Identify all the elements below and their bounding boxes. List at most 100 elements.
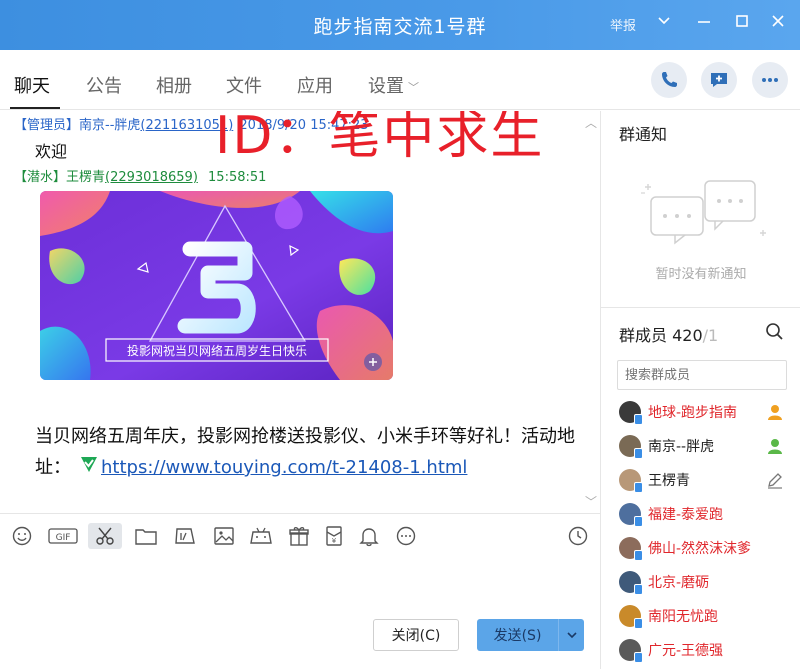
report-button[interactable]: 举报 <box>610 15 636 34</box>
member-item[interactable]: 北京-磨砺 <box>619 569 795 595</box>
avatar <box>619 639 643 663</box>
minimize-button[interactable] <box>692 12 716 36</box>
tab-album[interactable]: 相册 <box>156 72 192 98</box>
members-count: 420 <box>672 326 703 345</box>
folder-icon[interactable] <box>133 523 159 549</box>
message-sender-2: 【潜水】王楞青(2293018659) 15:58:51 <box>14 166 266 185</box>
image-icon[interactable] <box>211 523 237 549</box>
input-toolbar: GIF ¥ <box>0 513 600 557</box>
search-icon[interactable] <box>765 322 785 346</box>
mobile-status-icon <box>634 516 643 527</box>
window-title: 跑步指南交流1号群 <box>313 16 487 38</box>
dropdown-chevron-icon[interactable] <box>652 12 676 36</box>
members-label: 群成员 <box>619 326 668 345</box>
avatar <box>619 605 643 629</box>
avatar <box>619 469 643 493</box>
banner-image[interactable]: 投影网祝当贝网络五周岁生日快乐 <box>40 191 393 380</box>
sender-name[interactable]: 南京--胖虎 <box>79 118 140 133</box>
member-name: 王楞青 <box>648 473 690 489</box>
member-search-input[interactable] <box>617 360 787 390</box>
phone-icon[interactable] <box>651 62 687 98</box>
tab-apps[interactable]: 应用 <box>297 72 333 98</box>
mobile-status-icon <box>634 448 643 459</box>
chat-messages[interactable]: 【管理员】南京--胖虎(2211631051) 2018/9/20 15:47:… <box>0 111 600 511</box>
member-item[interactable]: 王楞青 <box>619 467 795 493</box>
mobile-status-icon <box>634 550 643 561</box>
watermark-text: ID：笔中求生 <box>215 111 545 166</box>
mobile-status-icon <box>634 652 643 663</box>
member-name: 北京-磨砺 <box>648 575 710 591</box>
member-name: 南阳无忧跑 <box>648 609 718 625</box>
history-clock-icon[interactable] <box>565 523 591 549</box>
gift-icon[interactable] <box>286 523 312 549</box>
avatar <box>619 435 643 459</box>
mobile-status-icon <box>634 584 643 595</box>
sender-qq[interactable]: (2293018659) <box>105 170 198 185</box>
maximize-button[interactable] <box>730 12 754 36</box>
mobile-status-icon <box>634 414 643 425</box>
more-circle-icon[interactable] <box>393 523 419 549</box>
member-item[interactable]: 地球-跑步指南 <box>619 399 795 425</box>
members-title: 群成员 420/1 <box>619 322 718 346</box>
member-name: 佛山-然然沫沫爹 <box>648 541 752 557</box>
send-button[interactable]: 发送(S) <box>477 619 584 651</box>
emoji-icon[interactable] <box>9 523 35 549</box>
member-item[interactable]: 南京--胖虎 <box>619 433 795 459</box>
avatar <box>619 503 643 527</box>
owner-icon <box>765 402 785 426</box>
admin-tag: 【管理员】 <box>14 118 80 133</box>
image-edit-icon[interactable] <box>172 523 198 549</box>
gif-icon[interactable]: GIF <box>48 523 78 549</box>
notice-title: 群通知 <box>619 125 668 144</box>
announcement-post: 当贝网络五周年庆，投影网抢楼送投影仪、小米手环等好礼！活动地址： https://… <box>35 421 595 484</box>
group-sidebar: 群通知 暂时没有新通知 群成员 420/1 地球-跑步指南南京--胖虎王楞青福建… <box>600 111 800 669</box>
empty-notice-illustration-icon <box>635 163 775 257</box>
bell-icon[interactable] <box>356 523 382 549</box>
add-chat-icon[interactable] <box>701 62 737 98</box>
tab-files[interactable]: 文件 <box>226 72 262 98</box>
member-name: 广元-王德强 <box>648 643 724 659</box>
svg-text:GIF: GIF <box>56 533 71 543</box>
send-options-chevron-icon[interactable] <box>558 619 584 651</box>
activity-link[interactable]: https://www.touying.com/t-21408-1.html <box>101 457 467 478</box>
tab-settings-label: 设置 <box>368 76 404 97</box>
active-tab-indicator <box>10 107 60 109</box>
members-total: /1 <box>702 326 719 345</box>
notice-empty-text: 暂时没有新通知 <box>655 267 747 282</box>
member-name: 福建-泰爱跑 <box>648 507 724 523</box>
gamepad-icon[interactable] <box>248 523 274 549</box>
member-item[interactable]: 佛山-然然沫沫爹 <box>619 535 795 561</box>
member-item[interactable]: 广元-王德强 <box>619 637 795 663</box>
chevron-down-icon: ﹀ <box>408 81 419 94</box>
member-item[interactable]: 福建-泰爱跑 <box>619 501 795 527</box>
panel-divider <box>601 307 800 308</box>
avatar <box>619 571 643 595</box>
close-window-button[interactable] <box>766 12 790 36</box>
avatar <box>619 537 643 561</box>
scroll-up-icon[interactable]: ︿ <box>585 114 597 131</box>
safe-link-icon <box>79 453 99 484</box>
scissors-icon[interactable] <box>88 523 122 549</box>
tab-chat[interactable]: 聊天 <box>14 72 50 98</box>
sender-name[interactable]: 王楞青 <box>66 170 105 185</box>
svg-text:¥: ¥ <box>332 537 337 545</box>
mobile-status-icon <box>634 618 643 629</box>
close-button[interactable]: 关闭(C) <box>373 619 459 651</box>
member-name: 南京--胖虎 <box>648 439 715 455</box>
more-icon[interactable] <box>752 62 788 98</box>
message-input[interactable] <box>0 557 600 669</box>
member-name: 地球-跑步指南 <box>648 405 738 421</box>
mobile-status-icon <box>634 482 643 493</box>
send-button-label[interactable]: 发送(S) <box>477 619 558 651</box>
tab-announcement[interactable]: 公告 <box>86 72 122 98</box>
title-bar: 跑步指南交流1号群 举报 <box>0 0 800 50</box>
tab-settings[interactable]: 设置 ﹀ <box>368 72 419 98</box>
edit-icon[interactable] <box>765 470 785 494</box>
member-item[interactable]: 南阳无忧跑 <box>619 603 795 629</box>
message-text: 欢迎 <box>35 142 68 161</box>
scroll-down-icon[interactable]: ﹀ <box>585 493 597 510</box>
avatar <box>619 401 643 425</box>
message-time: 15:58:51 <box>208 170 267 185</box>
admin-icon <box>765 436 785 460</box>
red-packet-icon[interactable]: ¥ <box>321 523 347 549</box>
